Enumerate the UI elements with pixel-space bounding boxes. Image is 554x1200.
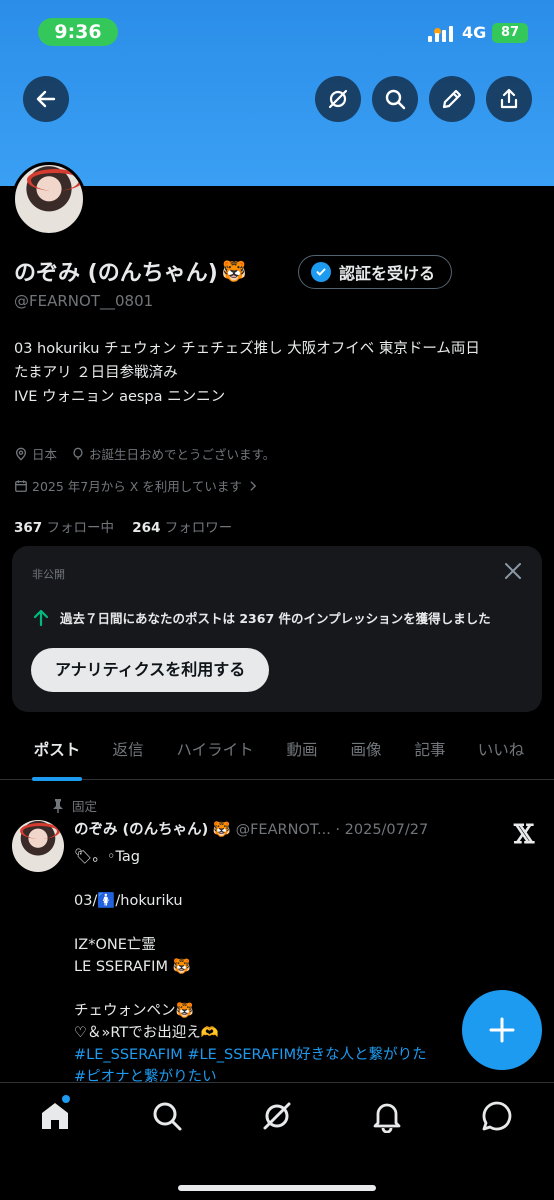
- private-label: 非公開: [32, 568, 65, 581]
- bio-line: たまアリ ２日目参戦済み: [14, 365, 178, 381]
- post-author-emoji: 🐯: [212, 822, 231, 838]
- post-handle-date: @FEARNOT... · 2025/07/27: [235, 822, 429, 838]
- display-name: のぞみ (のんちゃん): [14, 261, 218, 286]
- calendar-icon: [15, 479, 27, 492]
- tab-posts[interactable]: ポスト: [28, 724, 86, 781]
- followers-link[interactable]: 264 フォロワー: [132, 520, 232, 536]
- grok-icon[interactable]: [260, 1099, 294, 1133]
- pin-icon: [53, 798, 63, 813]
- followers-label: フォロワー: [164, 520, 233, 536]
- followers-count: 264: [132, 520, 161, 536]
- chevron-right-icon: [250, 480, 257, 491]
- tab-highlights[interactable]: ハイライト: [172, 724, 258, 780]
- name-emoji: 🐯: [221, 259, 247, 283]
- post-line: 03/🚺/hokuriku: [74, 893, 183, 909]
- search-button[interactable]: [372, 76, 418, 122]
- post-line: [74, 978, 494, 1000]
- profile-handle: @FEARNOT__0801: [14, 292, 154, 310]
- profile-name-row: のぞみ (のんちゃん) 🐯: [14, 255, 247, 287]
- share-button[interactable]: [486, 76, 532, 122]
- home-indicator: [178, 1185, 376, 1191]
- notifications-bell-icon[interactable]: [370, 1099, 404, 1133]
- search-icon: [385, 89, 406, 110]
- back-arrow-icon: [36, 90, 56, 108]
- post-header: のぞみ (のんちゃん) 🐯 @FEARNOT... · 2025/07/27: [74, 818, 494, 839]
- get-verified-label: 認証を受ける: [339, 264, 436, 283]
- pinned-label: 固定: [72, 799, 98, 814]
- status-time: 9:36: [38, 18, 118, 46]
- tab-replies[interactable]: 返信: [108, 724, 148, 780]
- post-author-avatar[interactable]: [12, 820, 64, 872]
- grok-icon: [328, 89, 348, 109]
- search-icon[interactable]: [150, 1099, 184, 1133]
- compose-post-button[interactable]: [462, 990, 542, 1070]
- tab-videos[interactable]: 動画: [282, 724, 322, 780]
- edit-pencil-icon: [442, 89, 462, 109]
- x-logo-icon[interactable]: 𝕏: [514, 820, 534, 850]
- get-verified-button[interactable]: 認証を受ける: [298, 255, 453, 289]
- network-type: 4G: [462, 23, 487, 42]
- tab-articles[interactable]: 記事: [410, 724, 450, 780]
- post-line: LE SSERAFIM 🐯: [74, 959, 191, 975]
- tab-images[interactable]: 画像: [346, 724, 386, 780]
- grok-button[interactable]: [315, 76, 361, 122]
- post-line: 🏷。◦Tag: [74, 849, 141, 865]
- following-label: フォロー中: [46, 520, 114, 536]
- profile-bio: 03 hokuriku チェウォン チェチェズ推し 大阪オフイベ 東京ドーム両日…: [14, 337, 534, 409]
- post-hashtags[interactable]: #LE_SSERAFIM #LE_SSERAFIM好きな人と繋がりた: [74, 1044, 494, 1066]
- balloon-icon: [73, 447, 83, 460]
- pinned-indicator: 固定: [52, 796, 97, 815]
- profile-location: 日本: [32, 447, 58, 462]
- profile-tabs: ポスト 返信 ハイライト 動画 画像 記事 いいね: [0, 724, 554, 781]
- bottom-navigation: [0, 1082, 554, 1200]
- analytics-button[interactable]: アナリティクスを利用する: [31, 648, 270, 692]
- following-count: 367: [14, 520, 43, 536]
- home-icon[interactable]: [38, 1099, 72, 1133]
- share-icon: [500, 88, 518, 109]
- signal-icon: [428, 26, 453, 42]
- tab-likes[interactable]: いいね: [474, 724, 528, 780]
- following-link[interactable]: 367 フォロー中: [14, 520, 114, 536]
- plus-icon: [489, 1017, 515, 1043]
- bio-line: IVE ウォニョン aespa ニンニン: [14, 389, 226, 405]
- bio-line: 03 hokuriku チェウォン チェチェズ推し 大阪オフイベ 東京ドーム両日: [14, 341, 480, 357]
- verified-badge-icon: [311, 262, 331, 282]
- profile-avatar[interactable]: [12, 162, 86, 236]
- impressions-message: 過去７日間にあなたのポストは 2367 件のインプレッションを獲得しました: [32, 608, 491, 627]
- post-line: [74, 912, 494, 934]
- profile-birthday: お誕生日おめでとうございます。: [89, 447, 276, 462]
- post-line: チェウォンペン🐯: [74, 1003, 194, 1019]
- profile-joined-row[interactable]: 2025 年7月から X を利用しています: [14, 476, 260, 495]
- post-text[interactable]: 🏷。◦Tag 03/🚺/hokuriku IZ*ONE亡霊 LE SSERAFI…: [74, 846, 494, 1088]
- location-pin-icon: [15, 447, 27, 461]
- follow-stats: 367 フォロー中 264 フォロワー: [14, 516, 232, 536]
- profile-joined: 2025 年7月から X を利用しています: [32, 479, 242, 494]
- arrow-up-icon: [33, 609, 49, 626]
- impressions-text: 過去７日間にあなたのポストは 2367 件のインプレッションを獲得しました: [60, 611, 491, 626]
- profile-meta-row: 日本 お誕生日おめでとうございます。: [14, 444, 275, 463]
- post-line: [74, 868, 494, 890]
- post-line: IZ*ONE亡霊: [74, 937, 156, 953]
- post-line: ♡＆»RTでお出迎え🫶: [74, 1025, 219, 1041]
- battery-icon: 87: [492, 23, 528, 43]
- status-bar: 9:36 4G 87: [0, 18, 554, 48]
- edit-profile-button[interactable]: [429, 76, 475, 122]
- analytics-card: 非公開 過去７日間にあなたのポストは 2367 件のインプレッションを獲得しまし…: [12, 546, 542, 712]
- close-icon[interactable]: [504, 562, 522, 580]
- home-notification-dot: [62, 1095, 70, 1103]
- messages-icon[interactable]: [480, 1099, 514, 1133]
- post-author-name[interactable]: のぞみ (のんちゃん): [74, 822, 208, 838]
- back-button[interactable]: [23, 76, 69, 122]
